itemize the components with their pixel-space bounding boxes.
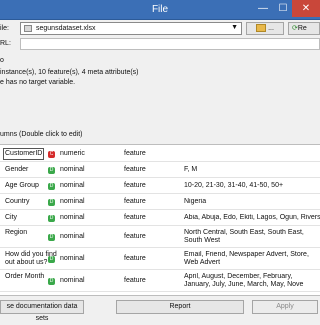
column-name[interactable]: City xyxy=(5,214,17,222)
report-button[interactable]: Report xyxy=(116,300,244,314)
discrete-variable-icon: D xyxy=(48,255,55,263)
minimize-button[interactable]: — xyxy=(254,0,272,17)
url-label: RL: xyxy=(0,40,11,47)
discrete-variable-icon: D xyxy=(48,198,55,206)
column-type-label: nominal xyxy=(60,233,85,240)
column-name[interactable]: Region xyxy=(5,229,27,237)
info-line-2: e has no target variable. xyxy=(0,79,76,86)
column-name[interactable]: Gender xyxy=(5,166,28,174)
column-type-label: nominal xyxy=(60,182,85,189)
column-type-select[interactable]: Dnominal xyxy=(48,198,85,206)
column-type-label: nominal xyxy=(60,198,85,205)
column-type-select[interactable]: Dnominal xyxy=(48,277,85,285)
column-name[interactable]: Country xyxy=(5,198,30,206)
folder-icon xyxy=(256,24,267,33)
column-role-select[interactable]: feature xyxy=(124,150,146,158)
column-values[interactable]: April, August, December, February, Januar… xyxy=(184,273,320,289)
apply-button[interactable]: Apply xyxy=(252,300,318,314)
column-type-label: nominal xyxy=(60,255,85,262)
chevron-down-icon: ▼ xyxy=(231,24,238,31)
discrete-variable-icon: D xyxy=(48,182,55,190)
discrete-variable-icon: D xyxy=(48,277,55,285)
reload-button[interactable]: ⟳Re xyxy=(288,22,320,35)
column-type-select[interactable]: Dnominal xyxy=(48,166,85,174)
column-type-label: nominal xyxy=(60,166,85,173)
column-name[interactable]: Category xyxy=(5,295,33,296)
file-label: ile: xyxy=(0,25,9,32)
column-role-select[interactable]: feature xyxy=(124,166,146,174)
columns-section-label: umns (Double click to edit) xyxy=(0,131,83,138)
column-values[interactable]: Beans, Canned Foods, Diary, Diary, Flour… xyxy=(184,295,320,296)
discrete-variable-icon: D xyxy=(48,166,55,174)
column-role-select[interactable]: feature xyxy=(124,214,146,222)
column-type-select[interactable]: Dnominal xyxy=(48,214,85,222)
reload-label: Re xyxy=(297,25,307,32)
table-row[interactable]: Region Dnominal feature North Central, Sout… xyxy=(0,226,320,248)
column-values-line: North Central, South East, South East, xyxy=(184,229,304,236)
column-role-select[interactable]: feature xyxy=(124,233,146,241)
column-name[interactable]: Age Group xyxy=(5,182,39,190)
column-type-select[interactable]: Dnominal xyxy=(48,182,85,190)
column-name[interactable]: Order Month xyxy=(5,273,44,281)
continuous-variable-icon: C xyxy=(48,150,55,158)
browse-label: ... xyxy=(268,25,274,32)
table-row[interactable]: Country Dnominal feature Nigeria xyxy=(0,194,320,210)
column-role-select[interactable]: feature xyxy=(124,198,146,206)
column-role-select[interactable]: feature xyxy=(124,182,146,190)
column-role-select[interactable]: feature xyxy=(124,255,146,263)
column-values-line: April, August, December, February, xyxy=(184,273,293,280)
close-button[interactable]: ✕ xyxy=(292,0,320,17)
table-row[interactable]: Age Group Dnominal feature 10-20, 21-30, 31… xyxy=(0,178,320,194)
table-row[interactable]: Order Month Dnominal feature April, August,… xyxy=(0,270,320,292)
file-select[interactable]: segunsdataset.xlsx ▼ xyxy=(20,22,242,35)
column-values-line: South West xyxy=(184,237,221,244)
column-type-label: nominal xyxy=(60,277,85,284)
column-values-line: Email, Friend, Newspaper Advert, Store, xyxy=(184,251,309,258)
column-values-line: January, July, June, March, May, Nove xyxy=(184,281,304,288)
column-type-label: numeric xyxy=(60,150,85,157)
file-value: segunsdataset.xlsx xyxy=(36,25,96,32)
column-values[interactable]: Nigeria xyxy=(184,198,320,206)
columns-table: CustomerID Cnumeric feature Gender Dnominal f… xyxy=(0,144,320,296)
info-line-1: instance(s), 10 feature(s), 4 meta attri… xyxy=(0,69,139,76)
title-bar: File — ☐ ✕ xyxy=(0,0,320,20)
column-role-select[interactable]: feature xyxy=(124,277,146,285)
table-row[interactable]: Gender Dnominal feature F, M xyxy=(0,162,320,178)
table-row[interactable]: City Dnominal feature Abia, Abuja, Edo, Eki… xyxy=(0,210,320,226)
file-icon xyxy=(24,25,32,32)
info-section-label: o xyxy=(0,57,4,64)
table-row[interactable]: CustomerID Cnumeric feature xyxy=(0,146,320,162)
table-row[interactable]: How did you find out about us? Dnominal fea… xyxy=(0,248,320,270)
column-values-line: Beans, Canned Foods, Diary, Diary, Flour… xyxy=(184,295,320,296)
column-values-line: Web Advert xyxy=(184,259,221,266)
browse-button[interactable]: ... xyxy=(246,22,284,35)
discrete-variable-icon: D xyxy=(48,233,55,241)
column-type-select[interactable]: Cnumeric xyxy=(48,150,85,158)
column-values[interactable]: Email, Friend, Newspaper Advert, Store, W… xyxy=(184,251,320,267)
column-values[interactable]: North Central, South East, South East, So… xyxy=(184,229,320,245)
table-row[interactable]: CategoryDnominalfeatureBeans, Canned Foo… xyxy=(0,292,320,296)
url-input[interactable] xyxy=(20,38,320,50)
maximize-button[interactable]: ☐ xyxy=(274,0,292,17)
column-values[interactable]: Abia, Abuja, Edo, Ekiti, Lagos, Ogun, Ri… xyxy=(184,214,320,222)
column-values[interactable]: F, M xyxy=(184,166,320,174)
browse-documentation-button[interactable]: se documentation data sets xyxy=(0,300,84,322)
column-type-label: nominal xyxy=(60,214,85,221)
column-name[interactable]: CustomerID xyxy=(2,148,45,160)
discrete-variable-icon: D xyxy=(48,214,55,222)
column-type-select[interactable]: Dnominal xyxy=(48,255,85,263)
window-title: File xyxy=(151,4,169,15)
column-values[interactable]: 10-20, 21-30, 31-40, 41-50, 50+ xyxy=(184,182,320,190)
column-type-select[interactable]: Dnominal xyxy=(48,233,85,241)
